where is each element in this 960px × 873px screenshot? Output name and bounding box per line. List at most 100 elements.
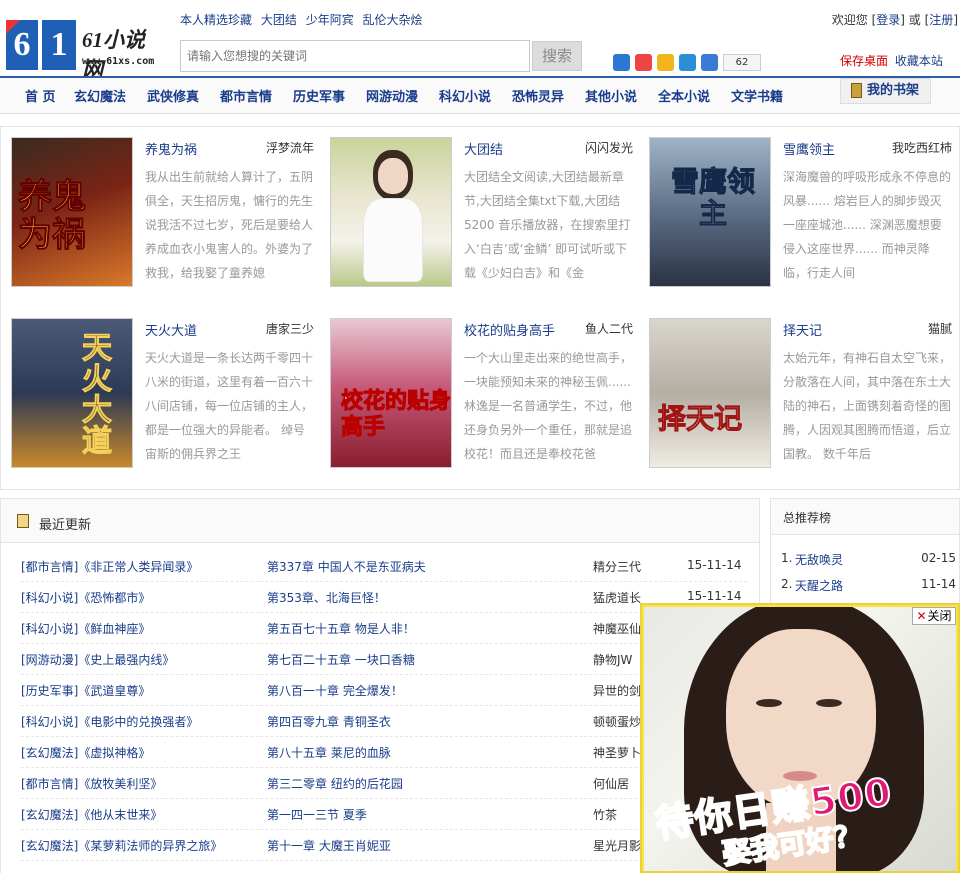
nav-item-urban[interactable]: 都市言情 [220, 86, 272, 105]
row-author[interactable]: 精分三代 [593, 558, 653, 575]
row-chapter[interactable]: 第337章 中国人不是东亚病夫 [267, 558, 426, 575]
row-book[interactable]: [科幻小说]《电影中的兑换强者》 [21, 713, 198, 730]
row-book[interactable]: [科幻小说]《恐怖都市》 [21, 589, 150, 606]
rank-date: 11-14 [921, 577, 956, 591]
book-desc: 我从出生前就给人算计了，五阴俱全，天生招厉鬼，慵行的先生说我活不过七岁，死后是要… [145, 170, 313, 280]
row-chapter[interactable]: 第353章、北海巨怪！ [267, 589, 386, 606]
book-title[interactable]: 养鬼为祸 [145, 139, 197, 158]
save-desktop-link[interactable]: 保存桌面 [840, 54, 888, 68]
row-chapter[interactable]: 第十一章 大魔王肖妮亚 [267, 837, 391, 854]
row-book[interactable]: [玄幻魔法]《虚拟神格》 [21, 744, 150, 761]
login-link[interactable]: 登录 [876, 13, 900, 27]
book-title[interactable]: 校花的贴身高手 [464, 320, 555, 339]
site-logo[interactable]: 6 1 61小说网 www.61xs.com [6, 14, 164, 82]
register-link[interactable]: 注册 [929, 13, 953, 27]
row-chapter[interactable]: 第五百七十五章 物是人非！ [267, 620, 415, 637]
nav-item-wuxia[interactable]: 武侠修真 [147, 86, 199, 105]
or-text: 或 [908, 13, 921, 27]
featured-books: 养鬼为祸 养鬼为祸 浮梦流年 我从出生前就给人算计了，五阴俱全，天生招厉鬼，慵行… [0, 126, 960, 490]
plus-share-icon[interactable] [613, 54, 630, 71]
bookmark-site-link[interactable]: 收藏本站 [895, 54, 943, 68]
site-header: 6 1 61小说网 www.61xs.com 本人精选珍藏 大团结 少年阿宾 乱… [0, 0, 960, 82]
top-link[interactable]: 本人精选珍藏 [180, 13, 252, 27]
book-title[interactable]: 雪鹰领主 [783, 139, 835, 158]
row-book[interactable]: [网游动漫]《史上最强内线》 [21, 651, 174, 668]
row-book[interactable]: [历史军事]《武道皇尊》 [21, 682, 150, 699]
ad-popup[interactable]: 待你日赚500 娶我可好？ ✕关闭 [640, 603, 960, 873]
book-cover[interactable] [330, 137, 452, 287]
table-row: [都市言情]《非正常人类异闻录》 第337章 中国人不是东亚病夫 精分三代 15… [21, 551, 747, 582]
row-chapter[interactable]: 第七百二十五章 一块口香糖 [267, 651, 415, 668]
close-icon: ✕ [916, 609, 927, 623]
bookshelf-icon [851, 83, 862, 98]
book-cover[interactable]: 雪鹰领主 [649, 137, 771, 287]
nav-item-literature[interactable]: 文学书籍 [731, 86, 783, 105]
featured-card: 养鬼为祸 养鬼为祸 浮梦流年 我从出生前就给人算计了，五阴俱全，天生招厉鬼，慵行… [1, 127, 314, 287]
table-row: [科幻小说]《鲜血神座》 第五百七十五章 物是人非！ 神魔巫仙 [21, 613, 747, 644]
row-chapter[interactable]: 第八十五章 莱尼的血脉 [267, 744, 391, 761]
book-cover[interactable]: 校花的贴身高手 [330, 318, 452, 468]
nav-item-other[interactable]: 其他小说 [585, 86, 637, 105]
book-author[interactable]: 闪闪发光 [585, 139, 633, 156]
row-chapter[interactable]: 第八百一十章 完全爆发！ [267, 682, 403, 699]
book-title[interactable]: 大团结 [464, 139, 503, 158]
search-button[interactable]: 搜索 [532, 41, 582, 71]
user-bar: 欢迎您 [登录] 或 [注册] [831, 13, 958, 27]
top-link[interactable]: 大团结 [261, 13, 297, 27]
book-cover[interactable]: 天火大道 [11, 318, 133, 468]
featured-card: 校花的贴身高手 校花的贴身高手 鱼人二代 一个大山里走出来的绝世高手，一块能预知… [320, 308, 633, 468]
nav-item-complete[interactable]: 全本小说 [658, 86, 710, 105]
book-author[interactable]: 鱼人二代 [585, 320, 633, 337]
row-chapter[interactable]: 第三二零章 纽约的后花园 [267, 775, 403, 792]
row-chapter[interactable]: 第一四一三节 夏季 [267, 806, 367, 823]
table-row: [都市言情]《放牧美利坚》 第三二零章 纽约的后花园 何仙居 [21, 768, 747, 799]
qzone-icon[interactable] [657, 54, 674, 71]
favorites-links: 保存桌面 收藏本站 [840, 52, 943, 69]
nav-item-scifi[interactable]: 科幻小说 [439, 86, 491, 105]
rank-book[interactable]: 无敌唤灵 [795, 551, 843, 568]
row-book[interactable]: [都市言情]《放牧美利坚》 [21, 775, 162, 792]
close-label: 关闭 [927, 609, 952, 623]
book-cover[interactable]: 择天记 [649, 318, 771, 468]
weibo-icon[interactable] [635, 54, 652, 71]
row-book[interactable]: [玄幻魔法]《他从末世来》 [21, 806, 162, 823]
top-links: 本人精选珍藏 大团结 少年阿宾 乱伦大杂烩 [180, 11, 428, 28]
rank-number: 1. [781, 551, 793, 565]
row-chapter[interactable]: 第四百零九章 青铜圣衣 [267, 713, 391, 730]
nav-item-game[interactable]: 网游动漫 [366, 86, 418, 105]
book-cover[interactable]: 养鬼为祸 [11, 137, 133, 287]
book-author[interactable]: 猫腻 [928, 320, 952, 337]
featured-card: 择天记 择天记 猫腻 太始元年，有神石自太空飞来，分散落在人间，其中落在东土大陆… [639, 308, 952, 468]
pengyou-icon[interactable] [679, 54, 696, 71]
table-row: [玄幻魔法]《他从末世来》 第一四一三节 夏季 竹茶 [21, 799, 747, 830]
row-book[interactable]: [玄幻魔法]《某萝莉法师的异界之旅》 [21, 837, 222, 854]
book-author[interactable]: 我吃西红柿 [892, 139, 952, 156]
nav-item-horror[interactable]: 恐怖灵异 [512, 86, 564, 105]
clipboard-icon [17, 514, 29, 528]
rank-book[interactable]: 天醒之路 [795, 577, 843, 594]
my-bookshelf-button[interactable]: 我的书架 [840, 78, 931, 104]
tieba-icon[interactable] [701, 54, 718, 71]
row-book[interactable]: [都市言情]《非正常人类异闻录》 [21, 558, 198, 575]
book-desc: 大团结全文阅读,大团结最新章节,大团结全集txt下载,大团结5200 音乐播放器… [464, 170, 631, 280]
row-book[interactable]: [科幻小说]《鲜血神座》 [21, 620, 150, 637]
top-link[interactable]: 少年阿宾 [306, 13, 354, 27]
rank-title: 总推荐榜 [771, 499, 959, 535]
ad-close-button[interactable]: ✕关闭 [912, 607, 956, 625]
book-desc: 天火大道是一条长达两千零四十八米的街道，这里有着一百六十八间店铺，每一位店铺的主… [145, 351, 313, 461]
rank-date: 02-15 [921, 551, 956, 565]
top-link[interactable]: 乱伦大杂烩 [363, 13, 423, 27]
search-input[interactable] [181, 41, 529, 71]
book-title[interactable]: 天火大道 [145, 320, 197, 339]
book-author[interactable]: 浮梦流年 [266, 139, 314, 156]
book-title[interactable]: 择天记 [783, 320, 822, 339]
book-author[interactable]: 唐家三少 [266, 320, 314, 337]
nav-item-history[interactable]: 历史军事 [293, 86, 345, 105]
nav-item-fantasy[interactable]: 玄幻魔法 [74, 86, 126, 105]
row-date: 15-11-14 [687, 589, 742, 603]
logo-url: www.61xs.com [82, 56, 155, 67]
bookshelf-label: 我的书架 [867, 83, 920, 98]
table-row: [科幻小说]《电影中的兑换强者》 第四百零九章 青铜圣衣 顿顿蛋炒 [21, 706, 747, 737]
rank-number: 2. [781, 577, 793, 591]
nav-item-home[interactable]: 首 页 [25, 86, 56, 105]
